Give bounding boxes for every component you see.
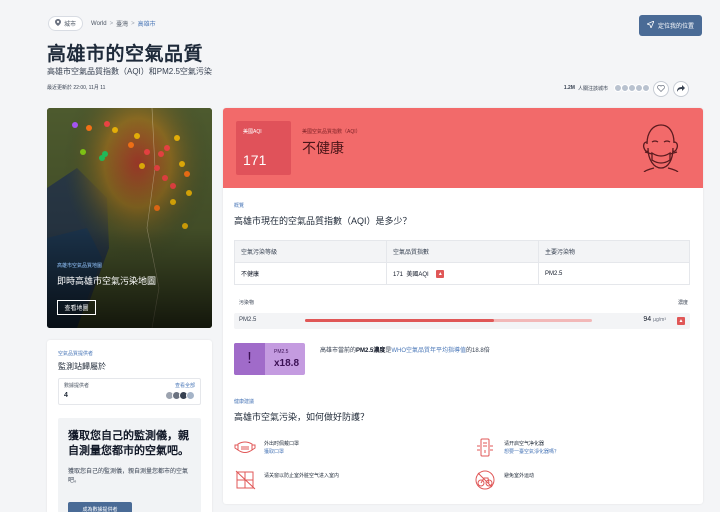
table-header-row: 空氣污染等級 空氣品質指數 主要污染物 xyxy=(234,240,690,263)
window-closed-icon xyxy=(235,470,256,490)
share-button[interactable] xyxy=(673,81,689,97)
last-updated: 最近更新於 22:00, 11月 11 xyxy=(47,85,106,91)
col-header-level: 空氣污染等級 xyxy=(234,240,387,263)
contributors-count: 4 xyxy=(64,392,68,399)
pollution-map-image xyxy=(47,108,212,328)
get-mask-link[interactable]: 獲取口罩 xyxy=(264,448,299,456)
map-small-label: 高雄市空氣品質地圖 xyxy=(57,263,103,269)
recommendation-text: 请关窗以防止室外脏空气进入室内 xyxy=(264,473,340,479)
recommendations-question: 高雄市空氣污染，如何做好防護？ xyxy=(234,412,370,422)
become-contributor-button[interactable]: 成為數據提供者 xyxy=(68,502,132,512)
page-subtitle: 高雄市空氣品質指數（AQI）和PM2.5空氣污染 xyxy=(47,67,212,76)
recommendation-exercise: 避免室外运动 xyxy=(474,470,534,490)
locate-me-button[interactable]: 定位我的位置 xyxy=(639,15,702,36)
follow-heart-button[interactable] xyxy=(653,81,669,97)
pollutant-level-bar xyxy=(305,319,592,322)
pollutant-header: 污染物 xyxy=(239,300,255,306)
arrow-up-icon: ▲ xyxy=(677,317,685,325)
pollution-map-card[interactable]: 高雄市空氣品質地圖 即時高雄市空氣污染地圖 查看地圖 xyxy=(47,108,212,328)
who-text-bold: PM2.5濃度 xyxy=(356,348,386,354)
contributors-row: 數據提供者 4 查看全部 xyxy=(58,378,201,405)
get-monitor-promo: 獲取您自己的監測儀，親自測量您都市的空氣吧。 獲取您自己的監測儀，親自測量您都市… xyxy=(58,418,201,512)
recommendation-window: 请关窗以防止室外脏空气进入室内 xyxy=(234,470,339,490)
aqi-main-card: 美國AQI 171 美國空氣品質指數（AQI） 不健康 概覽 高雄市現在的空氣品… xyxy=(223,108,703,504)
followers-label: 人關注該城市 xyxy=(577,85,608,92)
cell-index-unit: 美國AQI xyxy=(406,271,429,278)
contributors-row-key: 數據提供者 xyxy=(64,383,90,389)
pollutant-unit: µg/m³ xyxy=(653,317,666,323)
masked-face-icon xyxy=(637,122,683,177)
cell-pollutant: PM2.5 xyxy=(538,262,690,285)
breadcrumb-taiwan[interactable]: 臺灣 xyxy=(116,19,128,28)
navigation-arrow-icon xyxy=(645,20,655,30)
see-all-link[interactable]: 查看全部 xyxy=(175,382,195,389)
follower-avatars xyxy=(614,84,650,92)
recommendations-label: 健康建議 xyxy=(234,399,255,405)
overview-question: 高雄市現在的空氣品質指數（AQI）是多少？ xyxy=(234,216,412,226)
cell-index-value: 171 xyxy=(393,271,404,278)
breadcrumb-world[interactable]: World xyxy=(91,21,107,27)
cell-level: 不健康 xyxy=(234,262,387,285)
contributors-title: 監測站歸屬於 xyxy=(58,362,106,371)
overview-label: 概覽 xyxy=(234,203,245,209)
promo-title: 獲取您自己的監測儀，親自測量您都市的空氣吧。 xyxy=(68,430,189,457)
recommendation-mask: 外出时佩戴口罩 獲取口罩 xyxy=(234,438,299,458)
breadcrumb-separator: > xyxy=(109,20,114,27)
share-arrow-icon xyxy=(677,84,685,94)
mask-icon xyxy=(234,441,256,453)
exclamation-icon: ! xyxy=(234,343,265,375)
locate-me-label: 定位我的位置 xyxy=(657,24,694,30)
pollutant-row: PM2.5 94 µg/m³ ▲ xyxy=(234,313,690,329)
get-purifier-link[interactable]: 想要一臺空氣淨化器嗎？ xyxy=(504,448,559,456)
breadcrumb-kaohsiung[interactable]: 高雄市 xyxy=(138,19,156,28)
avatar xyxy=(642,84,650,92)
col-header-pollutant: 主要污染物 xyxy=(538,240,690,263)
cell-index: 171 美國AQI ▲ xyxy=(386,262,539,285)
contributors-label: 空氣品質提供者 xyxy=(58,351,94,357)
no-bike-icon xyxy=(475,470,495,490)
who-pollutant: PM2.5 xyxy=(274,349,289,355)
city-pill-label: 城市 xyxy=(64,22,77,28)
city-pill[interactable]: 城市 xyxy=(48,16,84,31)
who-multiplier: x18.8 xyxy=(274,358,300,369)
pollutant-level-fill xyxy=(305,319,495,322)
page-title: 高雄市的空氣品質 xyxy=(47,44,204,65)
aqi-banner: 美國AQI 171 美國空氣品質指數（AQI） 不健康 xyxy=(223,108,703,188)
arrow-up-icon: ▲ xyxy=(436,270,445,279)
who-guideline-link[interactable]: WHO空氣品質年平均指導值 xyxy=(391,348,466,354)
who-comparison-badge: ! PM2.5 x18.8 xyxy=(234,343,305,375)
aqi-value-box: 美國AQI 171 xyxy=(236,121,291,175)
air-purifier-icon xyxy=(477,438,493,457)
breadcrumb-separator: > xyxy=(131,20,135,27)
col-header-index: 空氣品質指數 xyxy=(386,240,539,263)
view-map-button[interactable]: 查看地圖 xyxy=(57,300,96,315)
pollutant-value: 94 µg/m³ xyxy=(643,316,666,323)
recommendation-purifier: 请开启空气净化器 想要一臺空氣淨化器嗎？ xyxy=(474,438,559,458)
location-pin-icon xyxy=(55,19,61,28)
contributor-avatars xyxy=(165,391,195,400)
recommendation-text: 避免室外运动 xyxy=(504,473,535,479)
heart-icon xyxy=(657,84,665,94)
table-row: 不健康 171 美國AQI ▲ PM2.5 xyxy=(234,262,690,285)
aqi-status-label: 美國空氣品質指數（AQI） xyxy=(302,129,361,135)
pollutant-value-number: 94 xyxy=(643,316,652,323)
map-title: 即時高雄市空氣污染地圖 xyxy=(57,276,157,286)
aqi-status: 不健康 xyxy=(302,140,344,156)
contributors-card: 空氣品質提供者 監測站歸屬於 數據提供者 4 查看全部 獲取您自己的監測儀，親自… xyxy=(47,340,212,512)
who-comparison-text: 高雄市當前的PM2.5濃度是WHO空氣品質年平均指導值的18.8倍 xyxy=(320,345,490,354)
followers-count: 1.2M xyxy=(563,85,575,91)
recommendation-text: 请开启空气净化器 xyxy=(504,441,545,447)
recommendation-text: 外出时佩戴口罩 xyxy=(264,441,300,447)
followers: 1.2M 人關注該城市 xyxy=(564,84,650,92)
pollutant-name: PM2.5 xyxy=(239,317,257,323)
aqi-box-label: 美國AQI xyxy=(243,129,262,135)
who-text-suffix: 的18.8倍 xyxy=(466,348,490,354)
avatar xyxy=(186,391,195,400)
who-text-prefix: 高雄市當前的 xyxy=(320,348,357,354)
aqi-value: 171 xyxy=(243,152,267,168)
concentration-header: 濃度 xyxy=(677,300,688,306)
aqi-overview-table: 空氣污染等級 空氣品質指數 主要污染物 不健康 171 美國AQI ▲ PM2.… xyxy=(234,240,690,285)
breadcrumb: 城市 World > 臺灣 > 高雄市 xyxy=(48,16,156,31)
promo-text: 獲取您自己的監測儀，親自測量您都市的空氣吧。 xyxy=(68,469,189,484)
